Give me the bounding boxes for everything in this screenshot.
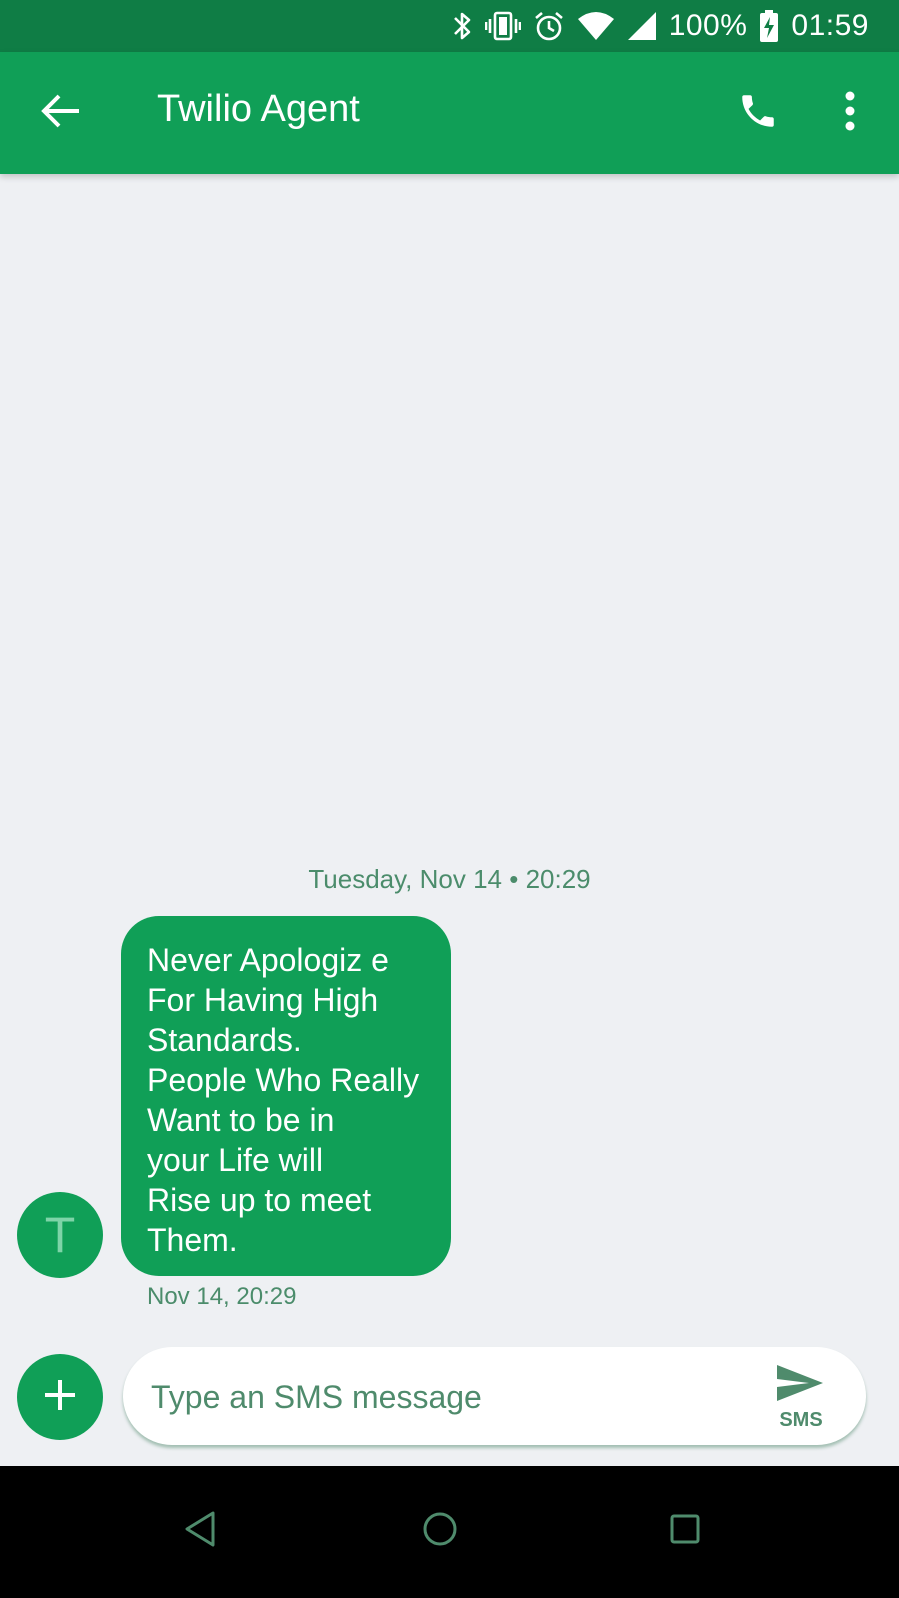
nav-home-button[interactable] — [405, 1496, 475, 1566]
more-vert-icon — [844, 91, 856, 136]
send-icon — [775, 1363, 825, 1408]
conversation-title: Twilio Agent — [157, 88, 360, 130]
status-bar: 100% 01:59 — [0, 0, 899, 52]
app-bar: Twilio Agent — [0, 52, 899, 174]
date-divider: Tuesday, Nov 14 • 20:29 — [308, 864, 591, 894]
navigation-bar — [0, 1466, 899, 1598]
avatar[interactable]: T — [17, 1192, 103, 1278]
message-bubble[interactable]: Never Apologiz e For Having High Standar… — [121, 916, 451, 1276]
nav-home-icon — [422, 1511, 458, 1552]
battery-level: 100% — [668, 9, 748, 42]
back-arrow-icon — [41, 93, 81, 134]
nav-back-button[interactable] — [165, 1496, 235, 1566]
back-button[interactable] — [28, 80, 94, 146]
alarm-icon — [533, 10, 565, 42]
message-timestamp: Nov 14, 20:29 — [147, 1283, 297, 1310]
add-icon — [43, 1378, 77, 1417]
more-options-button[interactable] — [820, 80, 880, 146]
phone-icon — [737, 90, 779, 137]
vibrate-icon — [484, 10, 521, 42]
send-label: SMS — [779, 1409, 823, 1431]
nav-recents-icon — [669, 1513, 701, 1550]
compose-field: SMS — [123, 1347, 866, 1445]
clock: 01:59 — [791, 9, 869, 42]
avatar-initial: T — [44, 1207, 76, 1263]
nav-back-icon — [184, 1511, 216, 1552]
signal-icon — [627, 11, 657, 41]
battery-charging-icon — [759, 10, 779, 42]
wifi-icon — [577, 11, 615, 41]
call-button[interactable] — [725, 80, 791, 146]
bluetooth-icon — [451, 10, 473, 42]
message-input[interactable] — [149, 1371, 713, 1423]
message-text: Never Apologiz e For Having High Standar… — [147, 942, 420, 1258]
attach-button[interactable] — [17, 1354, 103, 1440]
status-icons: 100% 01:59 — [451, 0, 869, 52]
send-button[interactable]: SMS — [765, 1359, 837, 1435]
screen: 100% 01:59 Twilio Agent Tuesday, Nov 14 … — [0, 0, 899, 1598]
nav-recents-button[interactable] — [650, 1496, 720, 1566]
